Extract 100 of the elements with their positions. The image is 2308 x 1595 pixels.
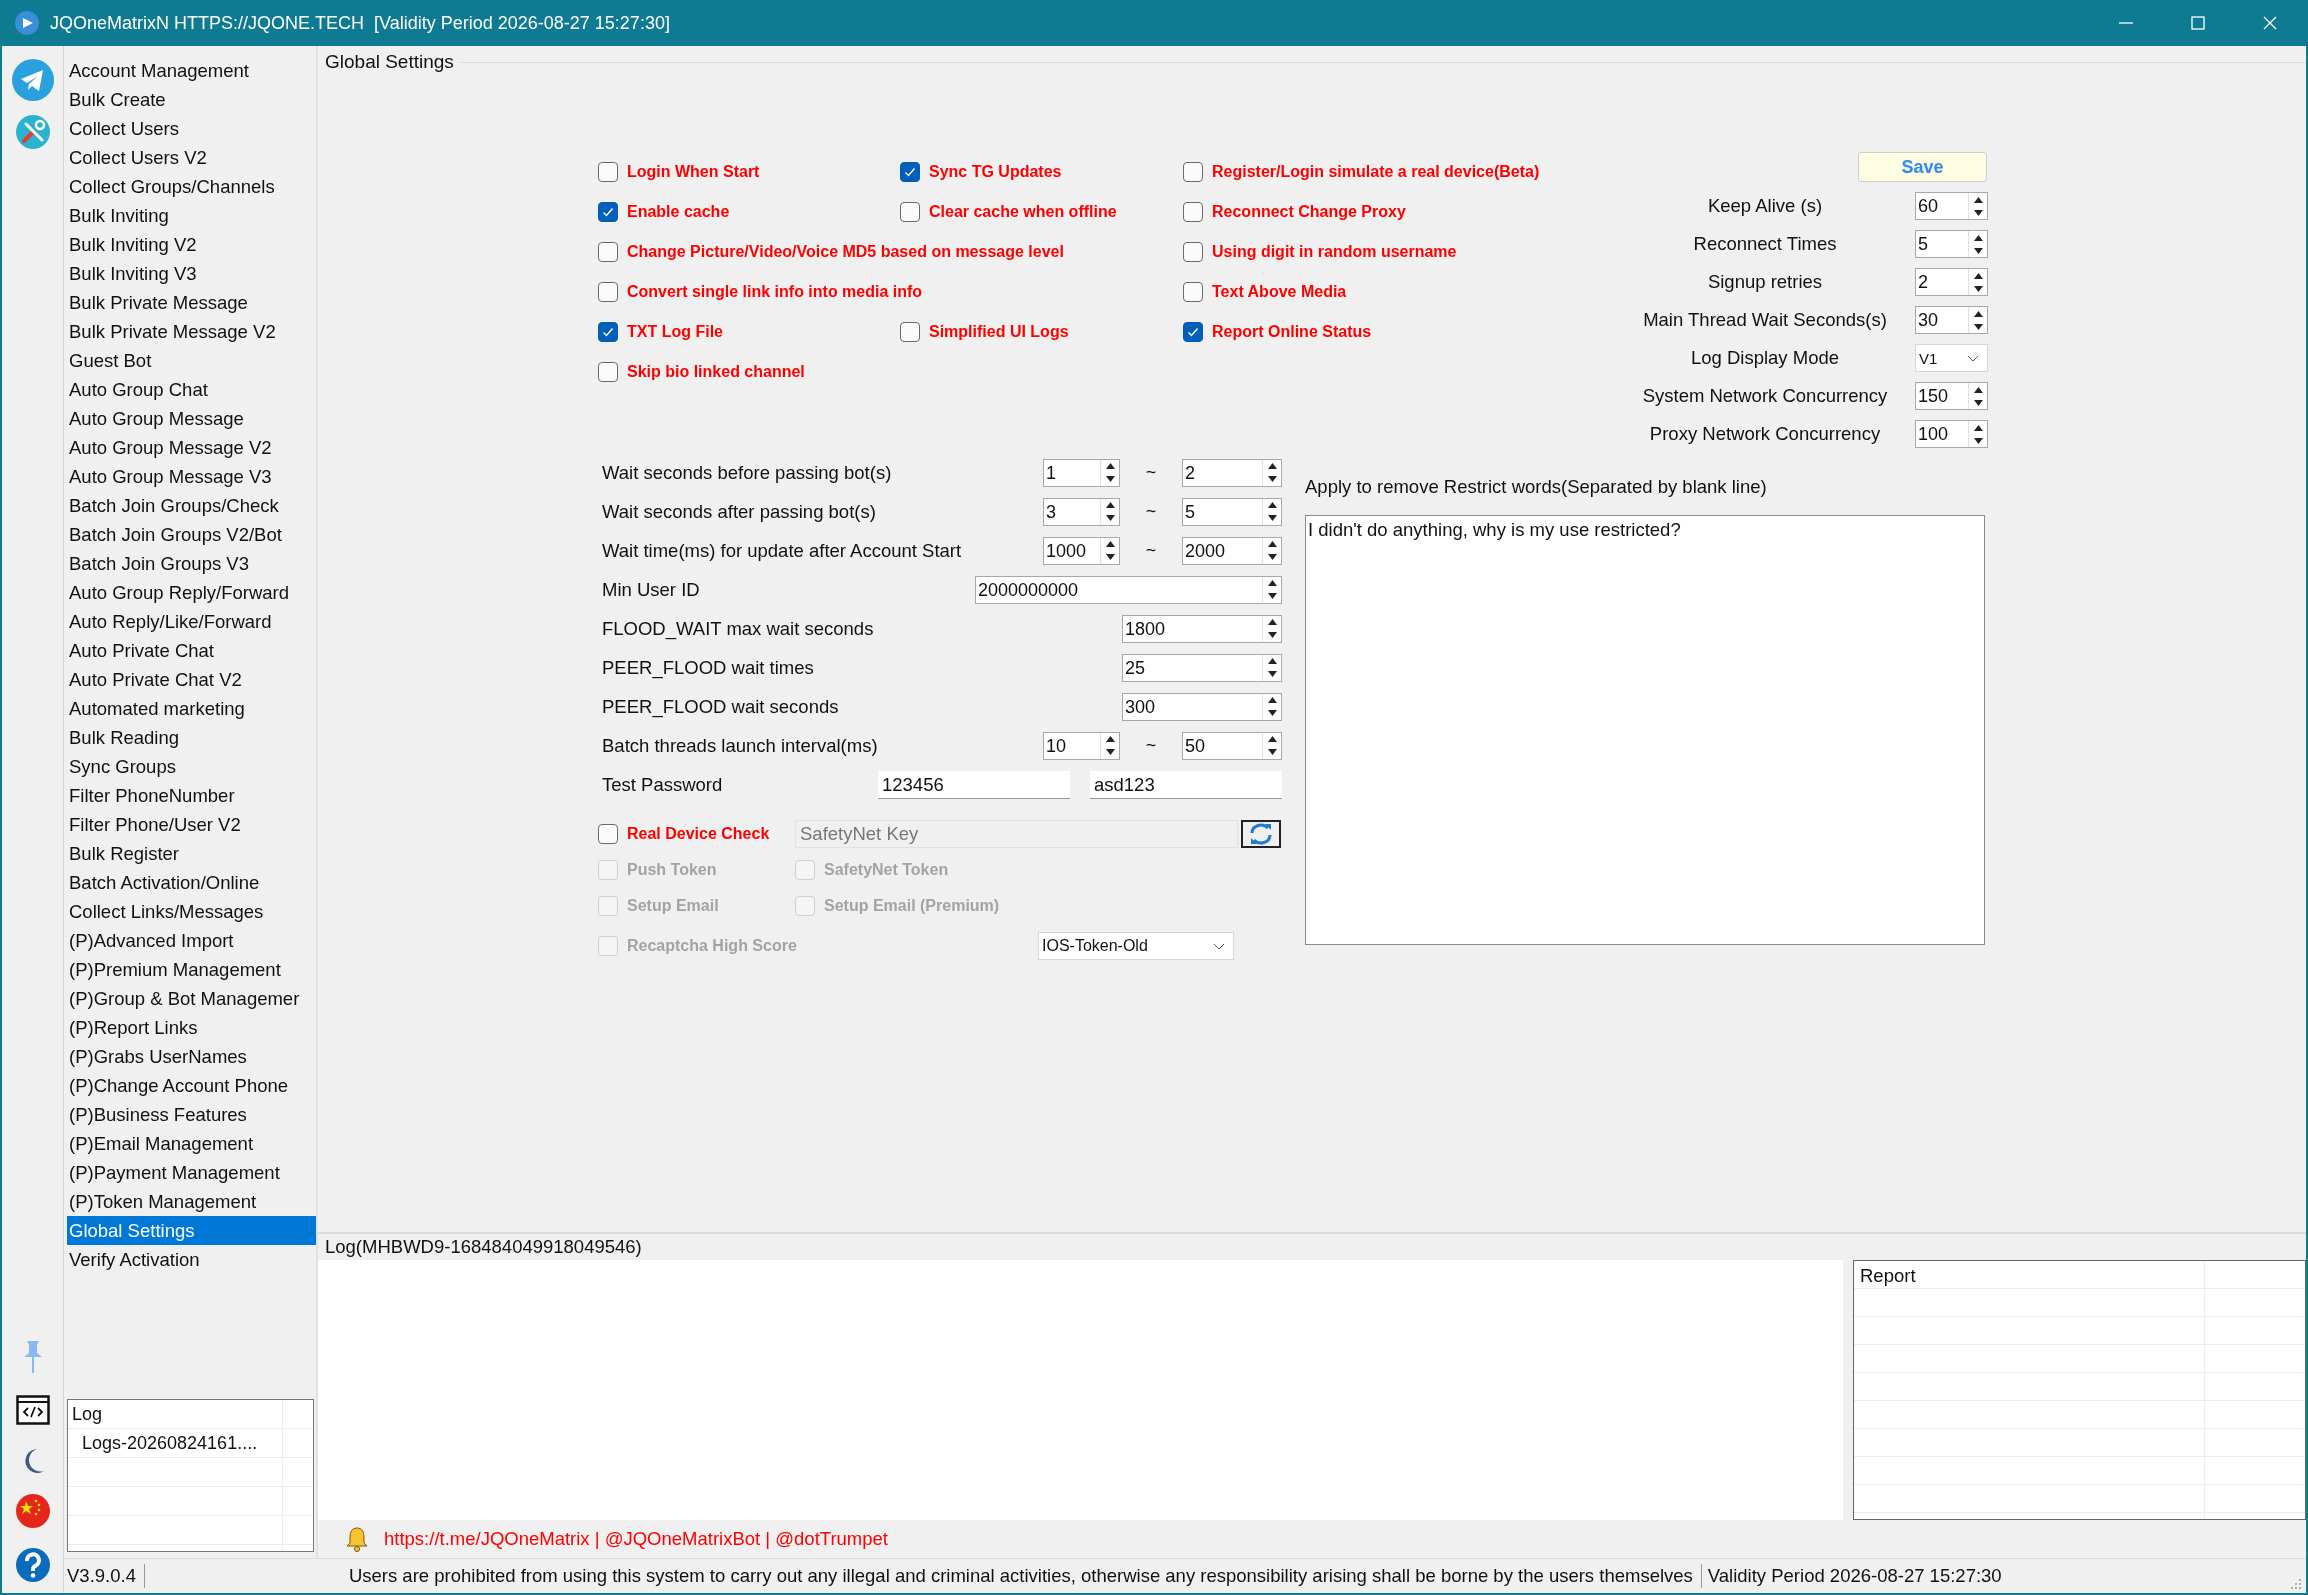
number-spinner[interactable]: 5 — [1915, 230, 1988, 258]
number-spinner[interactable]: 1 — [1043, 458, 1120, 487]
nav-item[interactable]: (P)Token Management — [67, 1187, 316, 1216]
up-triangle-icon[interactable] — [1973, 310, 1983, 317]
checkbox-label[interactable]: Change Picture/Video/Voice MD5 based on message level — [627, 243, 1064, 261]
nav-item[interactable]: Collect Groups/Channels — [67, 172, 316, 201]
checkbox-label[interactable]: Skip bio linked channel — [627, 363, 805, 381]
number-spinner[interactable]: 3 — [1043, 497, 1120, 526]
checkbox-label[interactable]: Enable cache — [627, 203, 730, 221]
up-triangle-icon[interactable] — [1267, 697, 1277, 703]
down-triangle-icon[interactable] — [1973, 399, 1983, 406]
number-spinner[interactable]: 10 — [1043, 731, 1120, 760]
key-field[interactable]: SafetyNet Key — [795, 820, 1238, 848]
nav-item[interactable]: Filter Phone/User V2 — [67, 810, 316, 839]
checkbox[interactable] — [598, 282, 618, 302]
down-triangle-icon[interactable] — [1973, 247, 1983, 254]
up-triangle-icon[interactable] — [1973, 424, 1983, 431]
contact-links[interactable]: https://t.me/JQOneMatrix | @JQOneMatrixBot | @dotTrumpet — [384, 1528, 888, 1551]
nav-item[interactable]: Bulk Inviting — [67, 201, 316, 230]
nav-item[interactable]: (P)Business Features — [67, 1100, 316, 1129]
nav-item[interactable]: Collect Users — [67, 114, 316, 143]
checkbox[interactable] — [598, 162, 618, 182]
up-triangle-icon[interactable] — [1973, 272, 1983, 279]
up-triangle-icon[interactable] — [1973, 386, 1983, 393]
paper-plane-icon[interactable] — [10, 58, 55, 102]
code-window-icon[interactable] — [15, 1395, 50, 1425]
number-spinner[interactable]: 5 — [1182, 497, 1282, 526]
checkbox[interactable] — [900, 162, 920, 182]
checkbox-label[interactable]: Real Device Check — [627, 825, 770, 843]
dropdown[interactable]: V1 — [1915, 344, 1988, 372]
down-triangle-icon[interactable] — [1105, 749, 1115, 755]
down-triangle-icon[interactable] — [1267, 593, 1277, 599]
number-spinner[interactable]: 50 — [1182, 731, 1282, 760]
nav-item[interactable]: Bulk Create — [67, 85, 316, 114]
checkbox[interactable] — [900, 202, 920, 222]
checkbox[interactable] — [598, 824, 618, 844]
up-triangle-icon[interactable] — [1973, 234, 1983, 241]
checkbox[interactable] — [1183, 282, 1203, 302]
nav-item[interactable]: Auto Group Message — [67, 404, 316, 433]
nav-item[interactable]: Account Management — [67, 56, 316, 85]
number-spinner[interactable]: 300 — [1122, 692, 1282, 721]
checkbox[interactable] — [598, 362, 618, 382]
down-triangle-icon[interactable] — [1105, 515, 1115, 521]
nav-item[interactable]: Auto Group Message V2 — [67, 433, 316, 462]
nav-item[interactable]: (P)Payment Management — [67, 1158, 316, 1187]
nav-item[interactable]: Auto Private Chat V2 — [67, 665, 316, 694]
checkbox[interactable] — [1183, 162, 1203, 182]
nav-item[interactable]: Bulk Inviting V2 — [67, 230, 316, 259]
up-triangle-icon[interactable] — [1973, 196, 1983, 203]
checkbox-label[interactable]: Text Above Media — [1212, 283, 1347, 301]
checkbox-label[interactable]: Login When Start — [627, 163, 760, 181]
checkbox[interactable] — [1183, 322, 1203, 342]
down-triangle-icon[interactable] — [1267, 476, 1277, 482]
checkbox[interactable] — [598, 202, 618, 222]
down-triangle-icon[interactable] — [1105, 476, 1115, 482]
nav-item[interactable]: Collect Users V2 — [67, 143, 316, 172]
nav-item[interactable]: Auto Group Reply/Forward — [67, 578, 316, 607]
nav-item[interactable]: Bulk Reading — [67, 723, 316, 752]
down-triangle-icon[interactable] — [1267, 671, 1277, 677]
nav-item[interactable]: Bulk Inviting V3 — [67, 259, 316, 288]
down-triangle-icon[interactable] — [1973, 209, 1983, 216]
checkbox[interactable] — [598, 242, 618, 262]
checkbox-label[interactable]: Using digit in random username — [1212, 243, 1457, 261]
text-field[interactable]: 123456 — [878, 770, 1070, 799]
nav-item[interactable]: Auto Reply/Like/Forward — [67, 607, 316, 636]
nav-item[interactable]: Collect Links/Messages — [67, 897, 316, 926]
nav-item[interactable]: Batch Join Groups/Check — [67, 491, 316, 520]
down-triangle-icon[interactable] — [1105, 554, 1115, 560]
down-triangle-icon[interactable] — [1973, 323, 1983, 330]
checkbox-label[interactable]: Convert single link info into media info — [627, 283, 923, 301]
down-triangle-icon[interactable] — [1267, 632, 1277, 638]
number-spinner[interactable]: 25 — [1122, 653, 1282, 682]
nav-item[interactable]: Auto Group Message V3 — [67, 462, 316, 491]
number-spinner[interactable]: 2000 — [1182, 536, 1282, 565]
number-spinner[interactable]: 1800 — [1122, 614, 1282, 643]
bell-icon[interactable] — [346, 1526, 368, 1553]
down-triangle-icon[interactable] — [1267, 749, 1277, 755]
checkbox[interactable] — [900, 322, 920, 342]
checkbox[interactable] — [1183, 202, 1203, 222]
nav-item[interactable]: (P)Email Management — [67, 1129, 316, 1158]
nav-item[interactable]: Auto Group Chat — [67, 375, 316, 404]
checkbox-label[interactable]: Register/Login simulate a real device(Beta) — [1212, 163, 1540, 181]
down-triangle-icon[interactable] — [1267, 515, 1277, 521]
up-triangle-icon[interactable] — [1267, 658, 1277, 664]
number-spinner[interactable]: 2 — [1182, 458, 1282, 487]
nav-item[interactable]: Batch Activation/Online — [67, 868, 316, 897]
up-triangle-icon[interactable] — [1267, 541, 1277, 547]
up-triangle-icon[interactable] — [1267, 580, 1277, 586]
checkbox-label[interactable]: Simplified UI Logs — [929, 323, 1069, 341]
nav-item[interactable]: Global Settings — [67, 1216, 316, 1245]
up-triangle-icon[interactable] — [1105, 541, 1115, 547]
up-triangle-icon[interactable] — [1267, 736, 1277, 742]
nav-item[interactable]: (P)Report Links — [67, 1013, 316, 1042]
down-triangle-icon[interactable] — [1267, 710, 1277, 716]
checkbox[interactable] — [598, 322, 618, 342]
nav-item[interactable]: Automated marketing — [67, 694, 316, 723]
restrict-words-textarea[interactable]: I didn't do anything, why is my use restricted? — [1305, 515, 1985, 945]
nav-item[interactable]: Batch Join Groups V3 — [67, 549, 316, 578]
flag-icon[interactable] — [14, 1493, 51, 1529]
number-spinner[interactable]: 1000 — [1043, 536, 1120, 565]
